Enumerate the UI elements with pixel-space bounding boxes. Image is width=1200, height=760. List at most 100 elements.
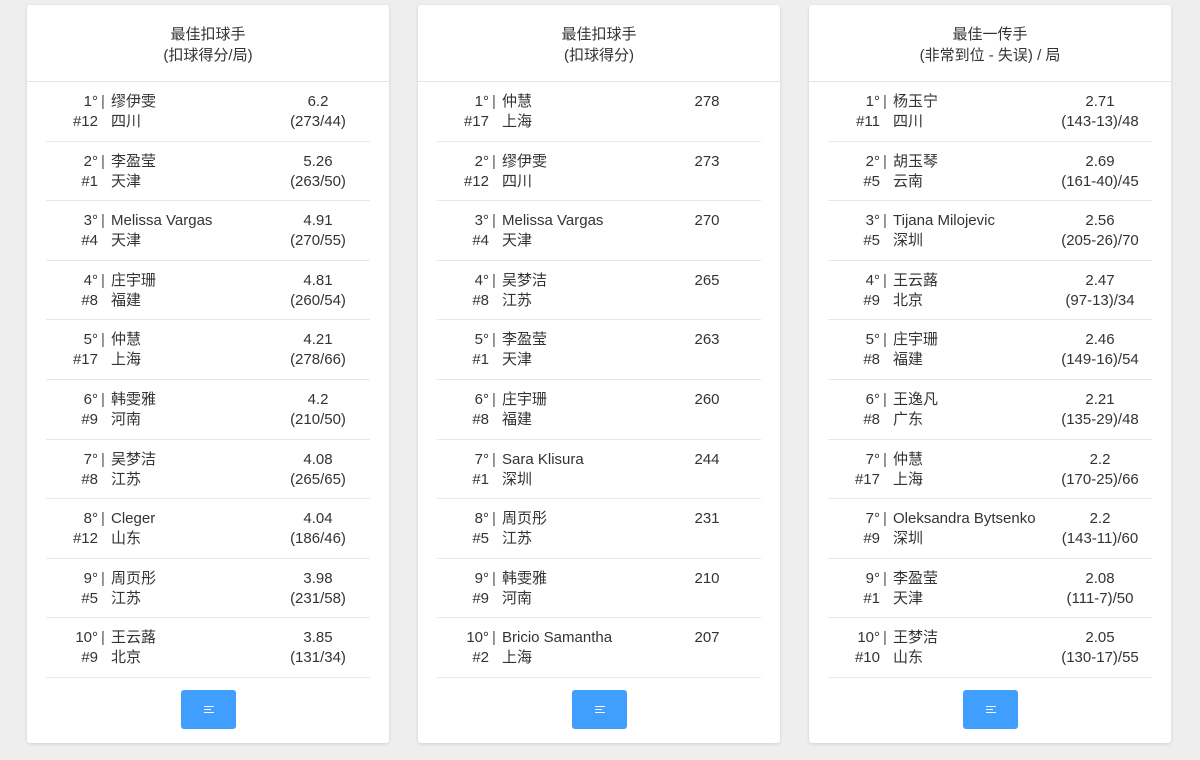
player-rank: 7°	[83, 450, 98, 468]
player-jersey-number: #4	[81, 232, 98, 250]
separator: |	[883, 450, 887, 468]
player-team: 天津	[111, 172, 142, 190]
player-name: Melissa Vargas	[111, 212, 213, 230]
separator: |	[492, 390, 496, 408]
separator: |	[101, 152, 105, 170]
player-team: 江苏	[502, 291, 533, 309]
ranking-row[interactable]: | 2° 胡玉琴 #5 云南 2.69 (161-40)/45	[828, 142, 1152, 202]
separator: |	[101, 212, 105, 230]
ranking-row[interactable]: | 6° 王逸凡 #8 广东 2.21 (135-29)/48	[828, 380, 1152, 440]
stat-value: 3.85	[303, 629, 333, 647]
player-name: 缪伊雯	[111, 93, 157, 110]
ranking-row[interactable]: | 1° 缪伊雯 #12 四川 6.2 (273/44)	[46, 82, 370, 142]
player-team: 上海	[502, 649, 533, 667]
player-team: 福建	[502, 410, 533, 428]
player-name: 庄宇珊	[502, 390, 548, 408]
stat-value: 278	[694, 93, 720, 110]
player-rank: 4°	[474, 271, 489, 289]
stat-detail: (186/46)	[290, 530, 346, 548]
ranking-row[interactable]: | 6° 庄宇珊 #8 福建 260	[437, 380, 761, 440]
ranking-row[interactable]: | 3° Melissa Vargas #4 天津 270	[437, 201, 761, 261]
show-more-button[interactable]	[963, 690, 1018, 729]
stat-value: 2.2	[1089, 510, 1111, 528]
ranking-row[interactable]: | 8° 周页彤 #5 江苏 231	[437, 499, 761, 559]
separator: |	[492, 93, 496, 110]
list-icon	[203, 705, 214, 714]
stat-value: 2.69	[1085, 152, 1115, 170]
stat-detail: (210/50)	[290, 410, 346, 428]
ranking-row[interactable]: | 9° 周页彤 #5 江苏 3.98 (231/58)	[46, 559, 370, 619]
ranking-row[interactable]: | 10° 王梦洁 #10 山东 2.05 (130-17)/55	[828, 618, 1152, 678]
ranking-row[interactable]: | 2° 李盈莹 #1 天津 5.26 (263/50)	[46, 142, 370, 202]
ranking-row[interactable]: | 5° 庄宇珊 #8 福建 2.46 (149-16)/54	[828, 320, 1152, 380]
player-rank: 1°	[83, 93, 98, 110]
ranking-row[interactable]: | 2° 缪伊雯 #12 四川 273	[437, 142, 761, 202]
player-team: 江苏	[502, 530, 533, 548]
stat-value: 2.2	[1089, 450, 1111, 468]
player-jersey-number: #17	[854, 470, 880, 488]
stat-value: 4.04	[303, 510, 333, 528]
stat-detail: (278/66)	[290, 351, 346, 369]
ranking-row[interactable]: | 7° Sara Klisura #1 深圳 244	[437, 440, 761, 500]
player-name: 吴梦洁	[502, 271, 548, 289]
stat-value: 4.2	[307, 390, 329, 408]
ranking-row[interactable]: | 9° 李盈莹 #1 天津 2.08 (111-7)/50	[828, 559, 1152, 619]
stat-value: 273	[694, 152, 720, 170]
player-name: 庄宇珊	[111, 271, 157, 289]
ranking-row[interactable]: | 1° 杨玉宁 #11 四川 2.71 (143-13)/48	[828, 82, 1152, 142]
player-jersey-number: #12	[72, 113, 98, 130]
player-jersey-number: #4	[472, 232, 489, 250]
stat-detail: (111-7)/50	[1066, 589, 1134, 607]
player-name: 韩雯雅	[502, 569, 548, 587]
player-team: 四川	[111, 113, 142, 130]
ranking-row[interactable]: | 10° 王云蕗 #9 北京 3.85 (131/34)	[46, 618, 370, 678]
ranking-row[interactable]: | 10° Bricio Samantha #2 上海 207	[437, 618, 761, 678]
stat-detail: (149-16)/54	[1061, 351, 1139, 369]
player-rank: 8°	[83, 510, 98, 528]
ranking-row[interactable]: | 6° 韩雯雅 #9 河南 4.2 (210/50)	[46, 380, 370, 440]
ranking-row[interactable]: | 3° Melissa Vargas #4 天津 4.91 (270/55)	[46, 201, 370, 261]
card-subtitle: (扣球得分)	[564, 47, 634, 64]
stat-detail: (135-29)/48	[1061, 410, 1139, 428]
ranking-row[interactable]: | 4° 庄宇珊 #8 福建 4.81 (260/54)	[46, 261, 370, 321]
stat-detail: (143-11)/60	[1061, 530, 1139, 548]
ranking-row[interactable]: | 4° 王云蕗 #9 北京 2.47 (97-13)/34	[828, 261, 1152, 321]
ranking-row[interactable]: | 7° 仲慧 #17 上海 2.2 (170-25)/66	[828, 440, 1152, 500]
player-rank: 5°	[83, 331, 98, 349]
ranking-row[interactable]: | 8° Cleger #12 山东 4.04 (186/46)	[46, 499, 370, 559]
ranking-row[interactable]: | 7° Oleksandra Bytsenko #9 深圳 2.2 (143-11)/60	[828, 499, 1152, 559]
ranking-row[interactable]: | 1° 仲慧 #17 上海 278	[437, 82, 761, 142]
player-jersey-number: #5	[863, 172, 880, 190]
show-more-button[interactable]	[181, 690, 236, 729]
stat-value: 270	[694, 212, 720, 230]
ranking-row[interactable]: | 3° Tijana Milojevic #5 深圳 2.56 (205-26)/70	[828, 201, 1152, 261]
separator: |	[883, 152, 887, 170]
card-subtitle: (非常到位 - 失误) / 局	[919, 47, 1061, 64]
player-team: 福建	[111, 291, 142, 309]
separator: |	[883, 93, 887, 110]
player-jersey-number: #9	[472, 589, 489, 607]
stat-detail: (263/50)	[290, 172, 346, 190]
player-jersey-number: #8	[81, 291, 98, 309]
ranking-row[interactable]: | 9° 韩雯雅 #9 河南 210	[437, 559, 761, 619]
stat-value: 2.47	[1085, 271, 1115, 289]
ranking-row[interactable]: | 5° 仲慧 #17 上海 4.21 (278/66)	[46, 320, 370, 380]
player-jersey-number: #17	[463, 113, 489, 130]
player-rank: 4°	[865, 271, 880, 289]
stat-detail: (265/65)	[290, 470, 346, 488]
player-jersey-number: #5	[81, 589, 98, 607]
show-more-button[interactable]	[572, 690, 627, 729]
player-name: 王逸凡	[893, 390, 939, 408]
player-team: 广东	[893, 410, 924, 428]
player-rank: 2°	[865, 152, 880, 170]
stat-value: 263	[694, 331, 720, 349]
separator: |	[883, 212, 887, 230]
player-rank: 3°	[474, 212, 489, 230]
stat-detail: (270/55)	[290, 232, 346, 250]
ranking-row[interactable]: | 7° 吴梦洁 #8 江苏 4.08 (265/65)	[46, 440, 370, 500]
ranking-row[interactable]: | 5° 李盈莹 #1 天津 263	[437, 320, 761, 380]
ranking-row[interactable]: | 4° 吴梦洁 #8 江苏 265	[437, 261, 761, 321]
ranking-list: | 1° 仲慧 #17 上海 278 | 2° 缪伊雯 #12 四川 273 | 3° Melissa Va…	[437, 82, 761, 678]
player-name: Tijana Milojevic	[893, 212, 995, 230]
player-name: Melissa Vargas	[502, 212, 604, 230]
